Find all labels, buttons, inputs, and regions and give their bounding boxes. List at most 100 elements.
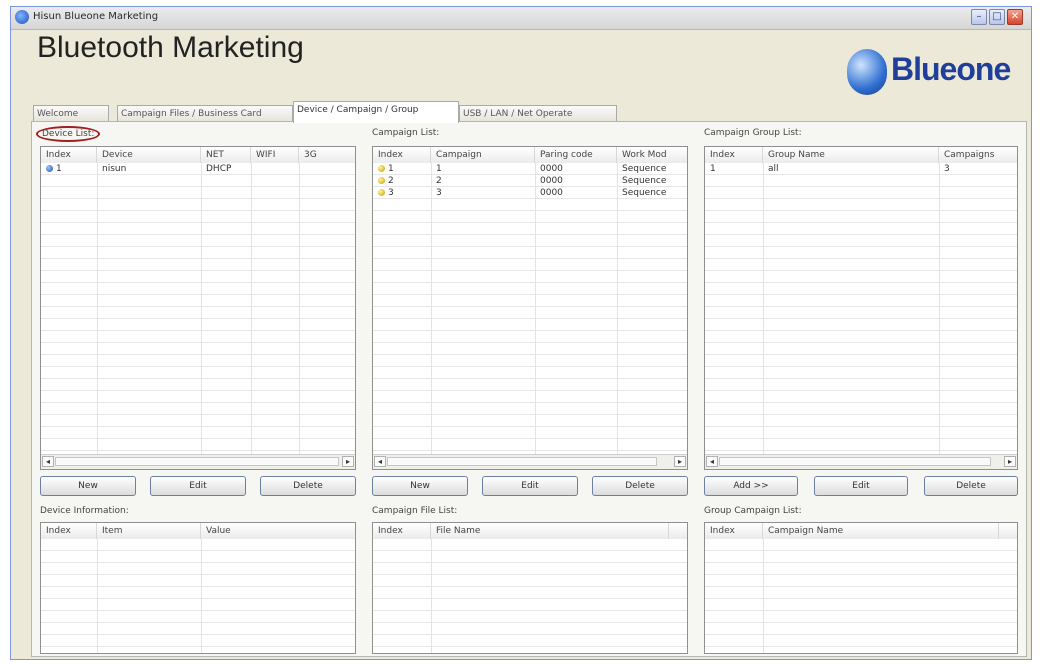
row-campaign: 3 — [436, 188, 442, 198]
device-list[interactable]: Index Device NET WIFI 3G 1 nisun DHCP ◂ … — [40, 146, 356, 470]
horizontal-scrollbar[interactable]: ◂ ▸ — [373, 454, 687, 469]
delete-device-button[interactable]: Delete — [260, 476, 356, 496]
brand-logo: Blueone — [847, 45, 1027, 101]
bluetooth-logo-icon — [847, 49, 887, 95]
col-index[interactable]: Index — [373, 147, 431, 163]
col-group-name[interactable]: Group Name — [763, 147, 939, 163]
grid-line — [299, 163, 300, 455]
row-code: 0000 — [540, 164, 563, 174]
device-info-header: Index Item Value — [41, 523, 355, 540]
table-row[interactable]: 1 all 3 — [705, 163, 1017, 175]
col-wifi[interactable]: WIFI — [251, 147, 299, 163]
window-title: Hisun Blueone Marketing — [33, 11, 159, 22]
group-campaign-list-label: Group Campaign List: — [704, 506, 802, 516]
campaign-list-header: Index Campaign Paring code Work Mod — [373, 147, 687, 164]
table-row[interactable]: 1 nisun DHCP — [41, 163, 355, 175]
tab-campaign-files[interactable]: Campaign Files / Business Card — [117, 105, 293, 121]
scroll-right-icon[interactable]: ▸ — [342, 456, 354, 467]
page-title: Bluetooth Marketing — [37, 31, 304, 64]
col-work-mode[interactable]: Work Mod — [617, 147, 687, 163]
scroll-thumb[interactable] — [719, 457, 991, 466]
tab-welcome[interactable]: Welcome — [33, 105, 109, 121]
scroll-left-icon[interactable]: ◂ — [42, 456, 54, 467]
tab-usb-lan-net[interactable]: USB / LAN / Net Operate — [459, 105, 617, 121]
col-net[interactable]: NET — [201, 147, 251, 163]
row-device: nisun — [102, 164, 127, 174]
scroll-right-icon[interactable]: ▸ — [1004, 456, 1016, 467]
col-value[interactable]: Value — [201, 523, 355, 539]
col-3g[interactable]: 3G — [299, 147, 355, 163]
table-row[interactable]: 1 1 0000 Sequence — [373, 163, 687, 175]
add-campaign-to-group-button[interactable]: Add >> — [704, 476, 798, 496]
scroll-left-icon[interactable]: ◂ — [374, 456, 386, 467]
col-campaign[interactable]: Campaign — [431, 147, 535, 163]
new-campaign-button[interactable]: New — [372, 476, 468, 496]
group-campaign-list[interactable]: Index Campaign Name — [704, 522, 1018, 654]
scroll-thumb[interactable] — [55, 457, 339, 466]
row-mode: Sequence — [622, 176, 667, 186]
grid-line — [763, 163, 764, 455]
campaign-status-icon — [378, 177, 385, 184]
campaign-status-icon — [378, 165, 385, 172]
row-3g — [299, 163, 355, 175]
campaign-file-list[interactable]: Index File Name — [372, 522, 688, 654]
scroll-left-icon[interactable]: ◂ — [706, 456, 718, 467]
grid-line — [535, 163, 536, 455]
app-window: Hisun Blueone Marketing – □ ✕ Bluetooth … — [10, 6, 1032, 660]
close-button[interactable]: ✕ — [1007, 9, 1023, 25]
col-file-name[interactable]: File Name — [431, 523, 669, 539]
col-index[interactable]: Index — [373, 523, 431, 539]
scroll-right-icon[interactable]: ▸ — [674, 456, 686, 467]
scroll-thumb[interactable] — [387, 457, 657, 466]
col-index[interactable]: Index — [41, 523, 97, 539]
table-row[interactable]: 2 2 0000 Sequence — [373, 175, 687, 187]
edit-campaign-button[interactable]: Edit — [482, 476, 578, 496]
grid — [373, 539, 687, 653]
row-net: DHCP — [206, 164, 232, 174]
delete-group-button[interactable]: Delete — [924, 476, 1018, 496]
col-index[interactable]: Index — [41, 147, 97, 163]
campaign-status-icon — [378, 189, 385, 196]
tab-device-campaign-group[interactable]: Device / Campaign / Group — [293, 101, 459, 123]
group-list[interactable]: Index Group Name Campaigns 1 all 3 ◂ ▸ — [704, 146, 1018, 470]
minimize-button[interactable]: – — [971, 9, 987, 25]
delete-campaign-button[interactable]: Delete — [592, 476, 688, 496]
grid-line — [201, 539, 202, 653]
grid — [373, 163, 687, 455]
logo-text: Blueone — [891, 51, 1011, 87]
device-rows: 1 nisun DHCP — [41, 163, 355, 175]
grid-line — [939, 163, 940, 455]
col-paring-code[interactable]: Paring code — [535, 147, 617, 163]
edit-device-button[interactable]: Edit — [150, 476, 246, 496]
group-list-label: Campaign Group List: — [704, 128, 802, 138]
grid-line — [763, 539, 764, 653]
device-status-icon — [46, 165, 53, 172]
grid-line — [431, 539, 432, 653]
col-item[interactable]: Item — [97, 523, 201, 539]
horizontal-scrollbar[interactable]: ◂ ▸ — [705, 454, 1017, 469]
new-device-button[interactable]: New — [40, 476, 136, 496]
campaign-list[interactable]: Index Campaign Paring code Work Mod 1 1 … — [372, 146, 688, 470]
device-info-label: Device Information: — [40, 506, 129, 516]
col-index[interactable]: Index — [705, 147, 763, 163]
row-campaign: 1 — [436, 164, 442, 174]
tab-content: Device List: Index Device NET WIFI 3G 1 — [31, 121, 1027, 657]
title-bar[interactable]: Hisun Blueone Marketing – □ ✕ — [11, 7, 1031, 30]
device-info-list[interactable]: Index Item Value — [40, 522, 356, 654]
row-index: 1 — [373, 163, 431, 175]
edit-group-button[interactable]: Edit — [814, 476, 908, 496]
table-row[interactable]: 3 3 0000 Sequence — [373, 187, 687, 199]
col-campaigns[interactable]: Campaigns — [939, 147, 1017, 163]
col-campaign-name[interactable]: Campaign Name — [763, 523, 999, 539]
row-index: 1 — [41, 163, 97, 175]
col-device[interactable]: Device — [97, 147, 201, 163]
grid — [705, 539, 1017, 653]
grid-line — [97, 539, 98, 653]
horizontal-scrollbar[interactable]: ◂ ▸ — [41, 454, 355, 469]
grid — [41, 163, 355, 455]
campaign-file-header: Index File Name — [373, 523, 687, 540]
group-campaign-header: Index Campaign Name — [705, 523, 1017, 540]
maximize-button[interactable]: □ — [989, 9, 1005, 25]
col-index[interactable]: Index — [705, 523, 763, 539]
grid-line — [201, 163, 202, 455]
